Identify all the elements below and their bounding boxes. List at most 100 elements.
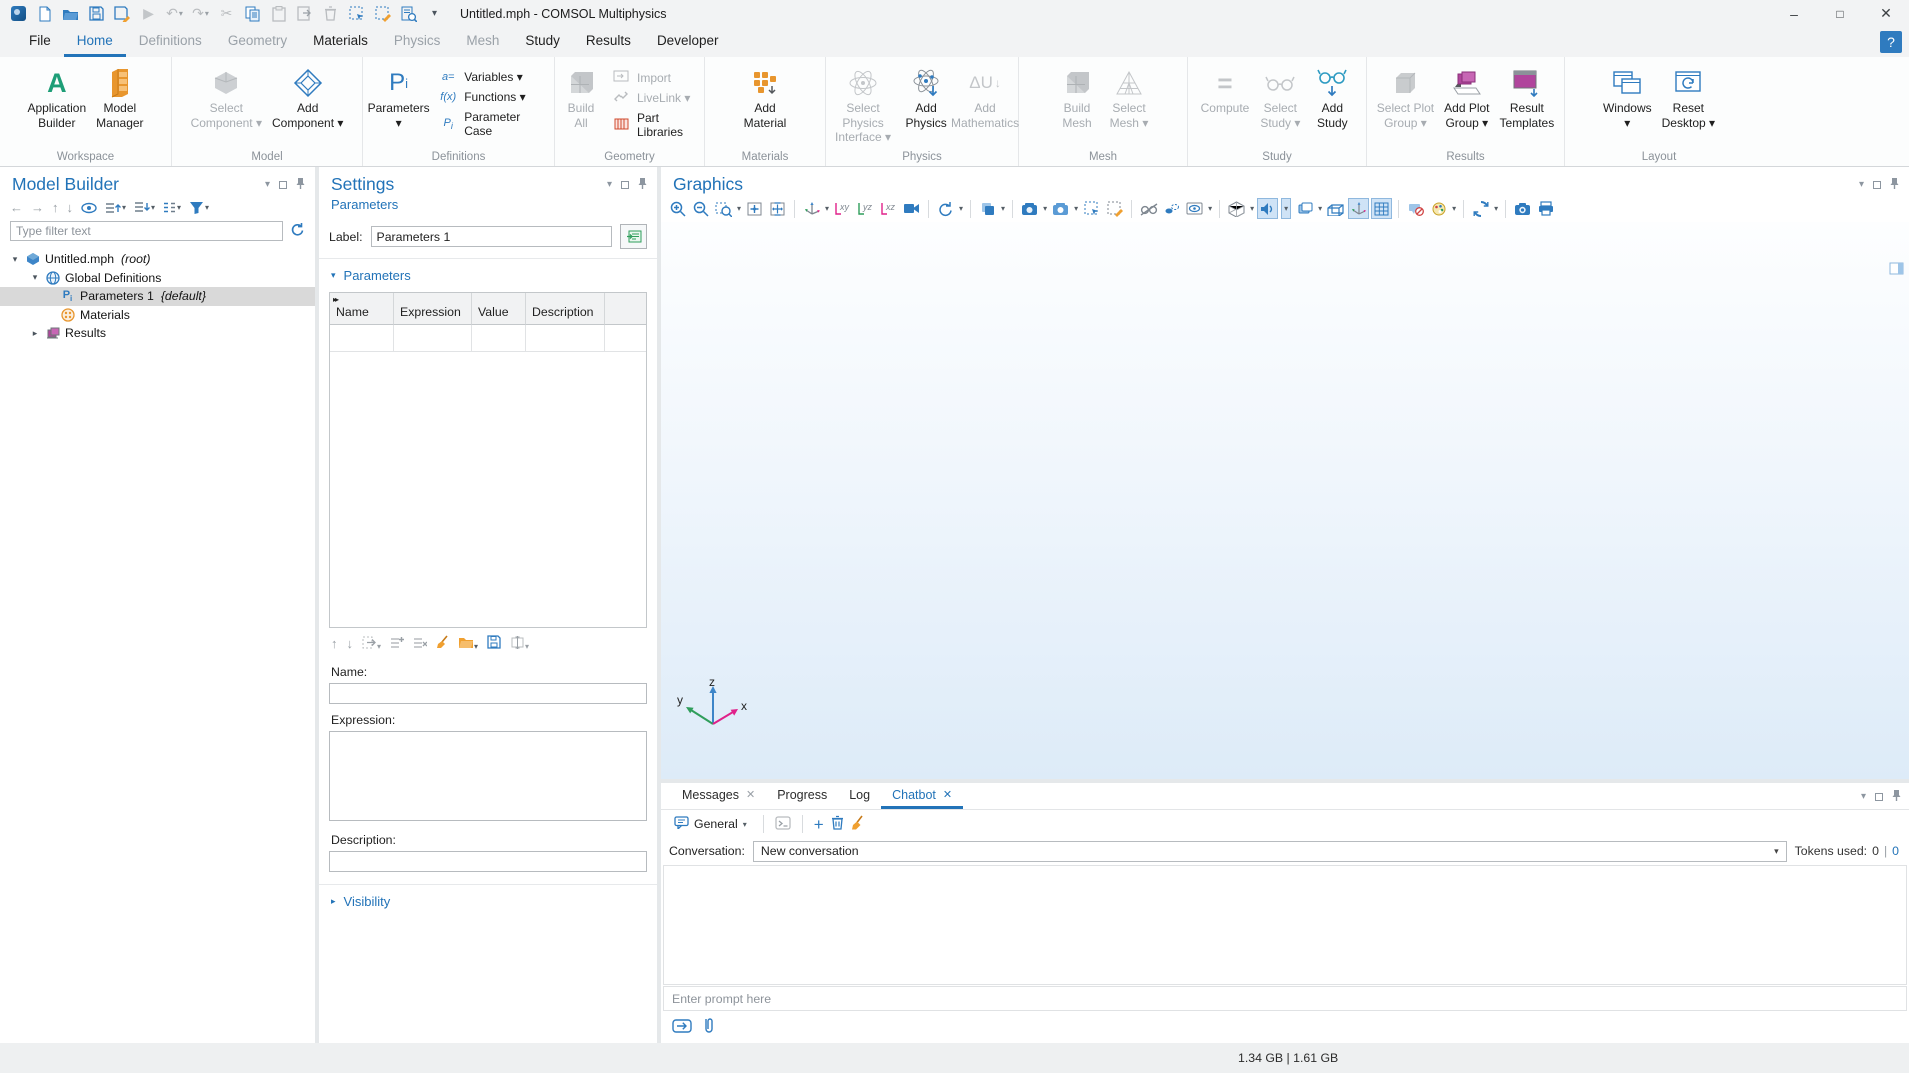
rename-label-button[interactable] bbox=[620, 224, 647, 249]
panel-pin-icon[interactable] bbox=[1892, 789, 1901, 804]
screenshot-icon[interactable] bbox=[1512, 198, 1533, 219]
tab-file[interactable]: File bbox=[16, 27, 64, 57]
clear-table-icon[interactable] bbox=[436, 635, 449, 652]
tree-item-results[interactable]: ▸ Results bbox=[0, 324, 315, 343]
column-header-description[interactable]: Description bbox=[526, 293, 605, 325]
part-libraries-button[interactable]: Part Libraries bbox=[607, 110, 704, 140]
name-input[interactable] bbox=[329, 683, 647, 704]
conversation-select[interactable]: New conversation ▾ bbox=[753, 841, 1787, 862]
table-empty-row[interactable] bbox=[330, 325, 646, 352]
tab-chatbot[interactable]: Chatbot ✕ bbox=[881, 783, 963, 809]
parameters-table[interactable]: ▸▸ Name Expression Value Description bbox=[329, 292, 647, 628]
dropdown-caret-icon[interactable]: ▾ bbox=[1043, 204, 1047, 213]
close-tab-icon[interactable]: ✕ bbox=[943, 788, 952, 801]
collapse-caret-icon[interactable]: ▾ bbox=[10, 254, 20, 265]
panel-menu-icon[interactable]: ▾ bbox=[607, 179, 612, 190]
zoom-in-icon[interactable] bbox=[667, 198, 688, 219]
view-xy-plane-icon[interactable]: xy bbox=[832, 198, 853, 219]
add-component-button[interactable]: Add Component ▾ bbox=[267, 62, 348, 133]
application-builder-button[interactable]: A Application Builder bbox=[22, 62, 91, 133]
tab-progress[interactable]: Progress bbox=[766, 783, 838, 809]
clear-selection-icon[interactable] bbox=[370, 3, 395, 25]
save-to-file-icon[interactable] bbox=[487, 635, 501, 652]
dropdown-caret-icon[interactable]: ▾ bbox=[737, 204, 741, 213]
tab-definitions[interactable]: Definitions bbox=[126, 27, 215, 57]
tab-results[interactable]: Results bbox=[573, 27, 644, 57]
dropdown-caret-icon[interactable]: ▾ bbox=[1318, 204, 1322, 213]
add-material-button[interactable]: Add Material bbox=[739, 62, 792, 133]
find-icon[interactable] bbox=[396, 3, 421, 25]
zoom-extents-icon[interactable] bbox=[744, 198, 765, 219]
label-input[interactable] bbox=[371, 226, 612, 247]
prompt-input[interactable] bbox=[664, 987, 1906, 1010]
add-physics-button[interactable]: Add Physics bbox=[900, 62, 952, 133]
close-tab-icon[interactable]: ✕ bbox=[746, 788, 755, 801]
send-prompt-icon[interactable] bbox=[672, 1019, 692, 1036]
tab-study[interactable]: Study bbox=[512, 27, 573, 57]
sound-toggle-icon[interactable] bbox=[1257, 198, 1278, 219]
load-from-file-icon[interactable]: ▾ bbox=[458, 636, 478, 652]
column-header-expression[interactable]: Expression bbox=[394, 293, 472, 325]
dropdown-caret-icon[interactable]: ▾ bbox=[959, 204, 963, 213]
chat-mode-button[interactable]: General ▾ bbox=[669, 814, 752, 834]
dropdown-caret-icon[interactable]: ▾ bbox=[825, 204, 829, 213]
hide-labels-icon[interactable] bbox=[1405, 198, 1426, 219]
move-down-icon[interactable]: ↓ bbox=[67, 200, 74, 215]
minimize-button[interactable]: – bbox=[1771, 0, 1817, 27]
panel-pin-icon[interactable] bbox=[1890, 177, 1899, 192]
variables-button[interactable]: a=Variables ▾ bbox=[434, 69, 527, 85]
zoom-out-icon[interactable] bbox=[690, 198, 711, 219]
go-to-default-view-icon[interactable] bbox=[801, 198, 822, 219]
zoom-box-icon[interactable] bbox=[713, 198, 734, 219]
back-icon[interactable]: ← bbox=[10, 200, 23, 215]
add-plot-group-button[interactable]: Add Plot Group ▾ bbox=[1439, 62, 1494, 133]
dropdown-caret-icon[interactable]: ▾ bbox=[1208, 204, 1212, 213]
dropdown-caret-icon[interactable]: ▾ bbox=[1250, 204, 1254, 213]
panel-float-icon[interactable] bbox=[1875, 793, 1883, 801]
new-conversation-icon[interactable]: + bbox=[814, 816, 824, 833]
maximize-button[interactable]: □ bbox=[1817, 0, 1863, 27]
graphics-side-toggle-icon[interactable] bbox=[1888, 260, 1905, 277]
collapse-caret-icon[interactable]: ▾ bbox=[30, 272, 40, 283]
filter-input[interactable] bbox=[10, 221, 283, 241]
new-file-icon[interactable] bbox=[32, 3, 57, 25]
parameters-button[interactable]: Pi Parameters ▾ bbox=[363, 62, 434, 133]
tab-log[interactable]: Log bbox=[838, 783, 881, 809]
sound-dropdown-caret-icon[interactable]: ▾ bbox=[1281, 198, 1291, 219]
hide-objects-icon[interactable] bbox=[1138, 198, 1159, 219]
move-up-icon[interactable]: ↑ bbox=[52, 200, 59, 215]
view-unhide-icon[interactable] bbox=[1184, 198, 1205, 219]
tree-item-root[interactable]: ▾ Untitled.mph (root) bbox=[0, 250, 315, 269]
axis-indicator-toggle-icon[interactable] bbox=[1348, 198, 1369, 219]
forward-icon[interactable]: → bbox=[31, 200, 44, 215]
panel-float-icon[interactable] bbox=[279, 181, 287, 189]
save-icon[interactable] bbox=[84, 3, 109, 25]
show-hide-icon[interactable] bbox=[81, 202, 97, 214]
delete-conversation-icon[interactable] bbox=[831, 815, 844, 833]
transparency-icon[interactable] bbox=[1161, 198, 1182, 219]
dropdown-caret-icon[interactable]: ▾ bbox=[1074, 204, 1078, 213]
refresh-icon[interactable] bbox=[290, 222, 305, 240]
scene-camera-icon[interactable] bbox=[901, 198, 922, 219]
attach-file-icon[interactable] bbox=[703, 1017, 713, 1037]
select-box-icon[interactable] bbox=[344, 3, 369, 25]
save-as-icon[interactable] bbox=[110, 3, 135, 25]
visibility-section-header[interactable]: ▸ Visibility bbox=[319, 885, 657, 915]
tree-item-parameters[interactable]: Pi Parameters 1 {default} bbox=[0, 287, 315, 306]
functions-button[interactable]: f(x)Functions ▾ bbox=[434, 89, 529, 105]
tree-item-global-definitions[interactable]: ▾ Global Definitions bbox=[0, 269, 315, 288]
tab-messages[interactable]: Messages ✕ bbox=[671, 783, 766, 809]
tree-item-materials[interactable]: Materials bbox=[0, 306, 315, 325]
print-icon[interactable] bbox=[1535, 198, 1556, 219]
panel-pin-icon[interactable] bbox=[296, 177, 305, 192]
panel-pin-icon[interactable] bbox=[638, 177, 647, 192]
grid-toggle-icon[interactable] bbox=[1371, 198, 1392, 219]
description-input[interactable] bbox=[329, 851, 647, 872]
view-yz-plane-icon[interactable]: yz bbox=[855, 198, 876, 219]
parameter-case-button[interactable]: PiParameter Case bbox=[434, 109, 554, 139]
close-button[interactable]: ✕ bbox=[1863, 0, 1909, 27]
tab-mesh[interactable]: Mesh bbox=[453, 27, 512, 57]
bounding-box-icon[interactable] bbox=[1325, 198, 1346, 219]
toolbar-options-icon[interactable]: ▾ bbox=[422, 3, 447, 25]
panel-menu-icon[interactable]: ▾ bbox=[1859, 179, 1864, 190]
